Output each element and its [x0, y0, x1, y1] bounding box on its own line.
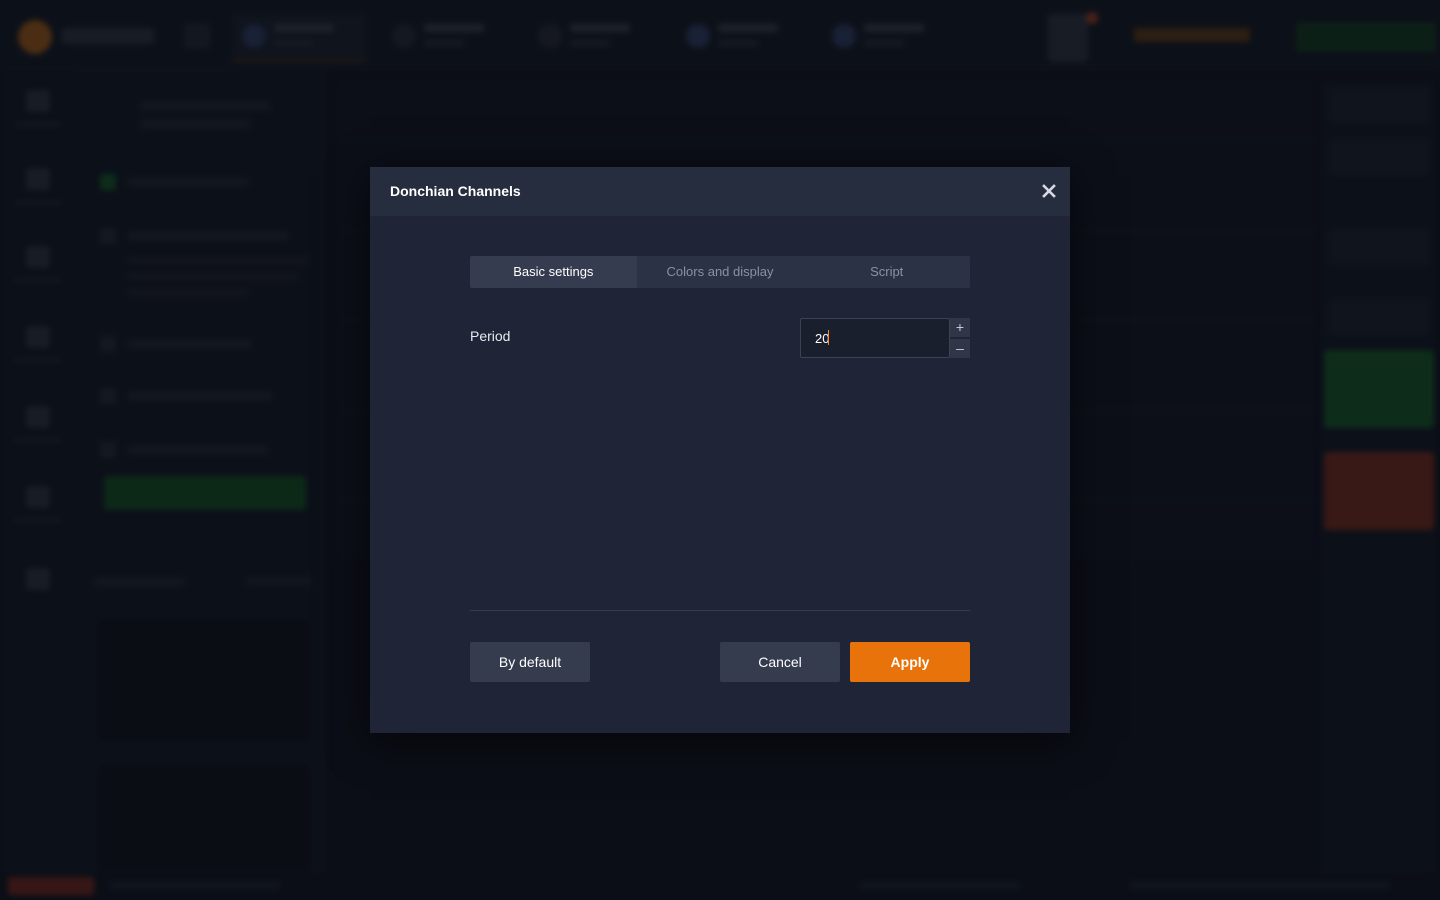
increment-button[interactable]: + [950, 318, 970, 337]
text-caret [828, 330, 829, 345]
cancel-button[interactable]: Cancel [720, 642, 840, 682]
tab-script[interactable]: Script [803, 256, 970, 288]
dialog-header: Donchian Channels [370, 167, 1070, 216]
period-input[interactable] [800, 318, 950, 358]
dialog-title: Donchian Channels [390, 183, 521, 199]
apply-button[interactable]: Apply [850, 642, 970, 682]
decrement-button[interactable]: – [950, 339, 970, 358]
divider [470, 610, 970, 611]
indicator-settings-dialog: Donchian Channels Basic settings Colors … [370, 167, 1070, 733]
by-default-button[interactable]: By default [470, 642, 590, 682]
close-icon[interactable] [1038, 180, 1060, 202]
tab-basic-settings[interactable]: Basic settings [470, 256, 637, 288]
settings-tabs: Basic settings Colors and display Script [470, 256, 970, 288]
period-label: Period [470, 328, 511, 344]
tab-colors-and-display[interactable]: Colors and display [637, 256, 804, 288]
